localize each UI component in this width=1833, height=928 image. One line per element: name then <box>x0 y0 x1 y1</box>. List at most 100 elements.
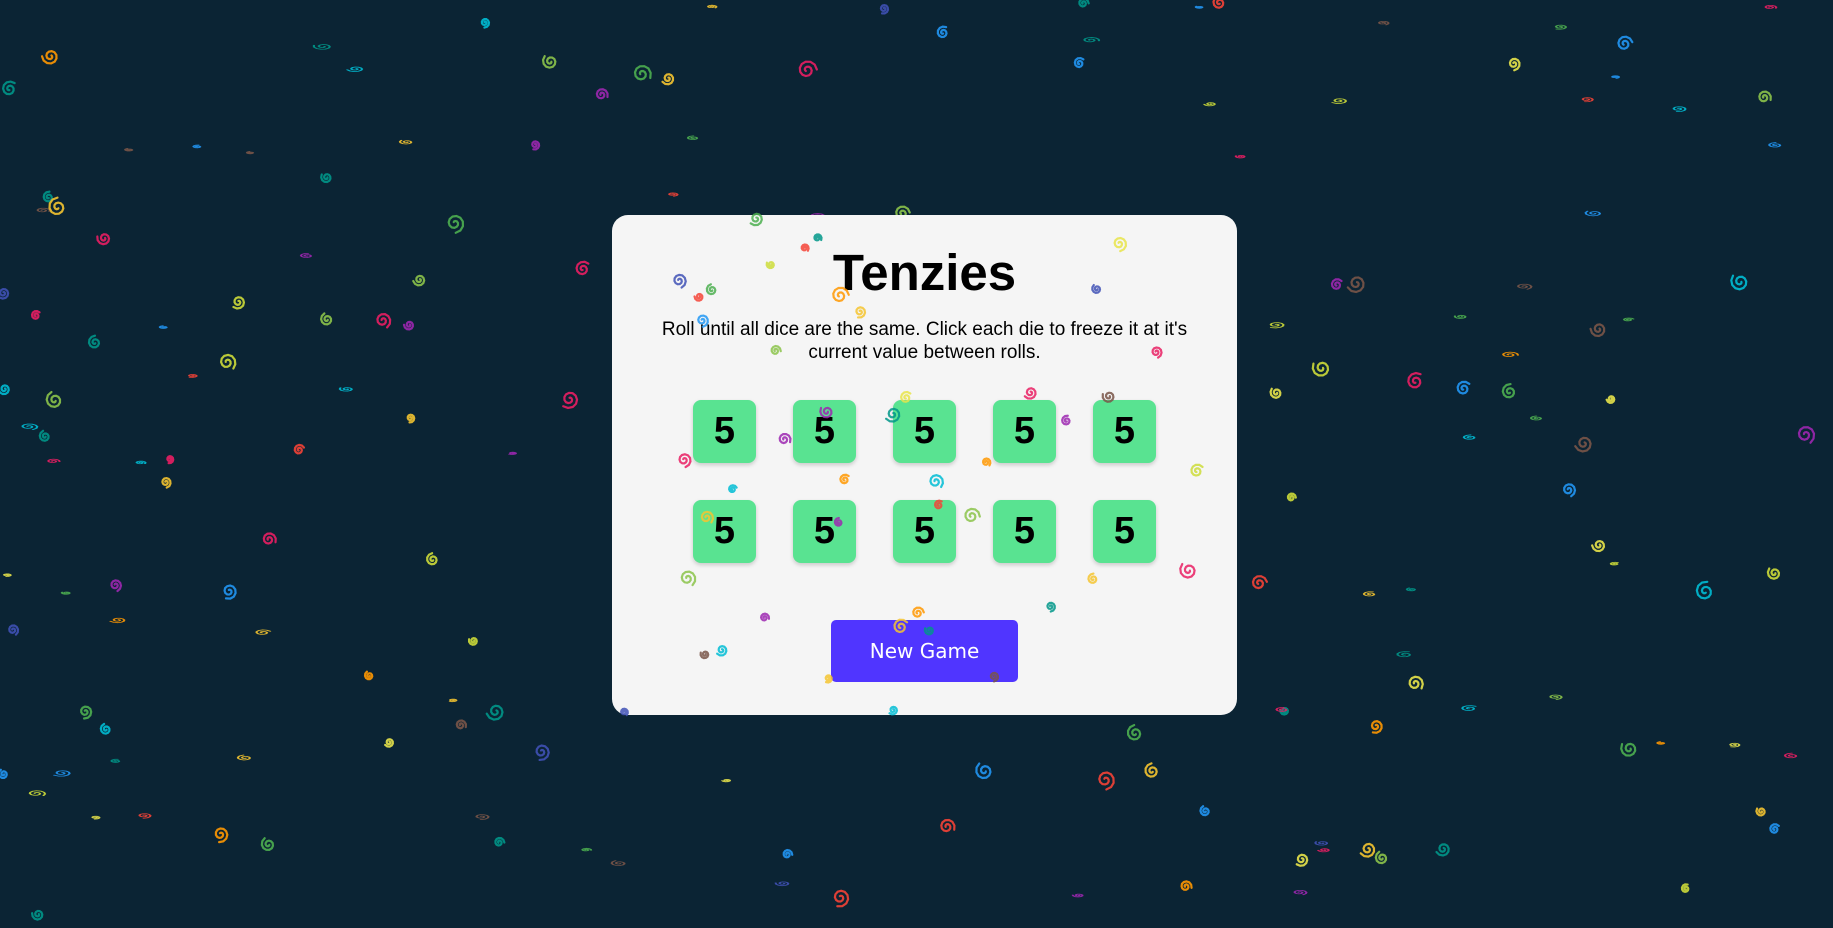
confetti-piece <box>8 624 20 636</box>
instructions-text: Roll until all dice are the same. Click … <box>661 319 1188 363</box>
confetti-piece <box>1098 771 1115 791</box>
confetti-piece <box>1768 142 1782 148</box>
confetti-piece <box>940 818 956 833</box>
confetti-piece <box>535 744 550 762</box>
confetti-piece <box>30 909 44 921</box>
confetti-piece <box>30 309 41 320</box>
die-7[interactable]: 5 <box>793 500 856 563</box>
confetti-piece <box>1574 436 1592 453</box>
confetti-piece <box>158 325 168 329</box>
confetti-piece <box>1656 741 1666 745</box>
confetti-piece <box>782 848 794 859</box>
die-10[interactable]: 5 <box>1093 500 1156 563</box>
die-6[interactable]: 5 <box>693 500 756 563</box>
confetti-piece <box>633 65 652 81</box>
confetti-piece <box>236 754 252 761</box>
confetti-piece <box>1071 893 1084 898</box>
confetti-piece <box>1508 57 1521 72</box>
confetti-piece <box>1212 0 1225 9</box>
confetti-piece <box>99 722 111 735</box>
confetti-piece <box>384 738 394 748</box>
confetti-piece <box>1581 97 1594 103</box>
confetti-piece <box>166 454 175 465</box>
new-game-button[interactable]: New Game <box>831 620 1018 682</box>
confetti-piece <box>494 836 506 847</box>
confetti-piece <box>1530 415 1543 421</box>
confetti-piece <box>262 532 277 545</box>
confetti-piece <box>398 139 413 145</box>
confetti-piece <box>1729 742 1741 748</box>
confetti-piece <box>1462 434 1476 440</box>
confetti-piece <box>1126 723 1142 741</box>
confetti-piece <box>1 80 16 96</box>
confetti-piece <box>187 374 198 378</box>
die-4[interactable]: 5 <box>993 400 1056 463</box>
confetti-piece <box>1275 706 1288 712</box>
confetti-piece <box>42 190 53 203</box>
confetti-piece <box>214 827 229 844</box>
confetti-piece <box>448 698 458 703</box>
confetti-piece <box>1769 823 1780 834</box>
dice-grid: 5 5 5 5 5 5 5 5 5 5 <box>693 400 1156 563</box>
confetti-piece <box>1591 539 1606 553</box>
die-1[interactable]: 5 <box>693 400 756 463</box>
confetti-piece <box>562 391 579 410</box>
confetti-piece <box>707 4 718 9</box>
confetti-piece <box>40 49 58 65</box>
confetti-piece <box>1396 651 1412 658</box>
confetti-piece <box>467 637 478 646</box>
confetti-piece <box>1563 483 1577 498</box>
confetti-piece <box>28 790 47 797</box>
confetti-piece <box>1797 426 1816 444</box>
confetti-piece <box>1680 883 1690 893</box>
confetti-piece <box>1461 705 1477 711</box>
confetti-piece <box>1279 707 1290 716</box>
confetti-piece <box>47 458 61 463</box>
confetti-piece <box>2 573 12 577</box>
confetti-piece <box>406 413 416 424</box>
confetti-piece <box>1502 351 1520 357</box>
confetti-piece <box>833 889 850 908</box>
confetti-piece <box>135 460 147 465</box>
confetti-piece <box>720 779 732 783</box>
confetti-piece <box>1755 807 1766 817</box>
confetti-piece <box>485 704 504 721</box>
confetti-piece <box>412 274 426 287</box>
confetti-piece <box>80 705 93 720</box>
confetti-piece <box>0 384 10 396</box>
confetti-piece <box>1672 106 1687 113</box>
confetti-piece <box>975 762 992 780</box>
confetti-piece <box>936 25 948 39</box>
die-3[interactable]: 5 <box>893 400 956 463</box>
confetti-piece <box>879 4 890 15</box>
confetti-piece <box>1203 102 1216 107</box>
confetti-piece <box>1311 361 1330 377</box>
confetti-piece <box>1554 24 1567 30</box>
confetti-piece <box>0 287 10 300</box>
confetti-piece <box>575 260 590 276</box>
die-8[interactable]: 5 <box>893 500 956 563</box>
confetti-piece <box>1407 371 1422 389</box>
confetti-piece <box>138 813 152 819</box>
confetti-piece <box>1695 580 1712 600</box>
confetti-piece <box>1730 274 1748 291</box>
confetti-piece <box>48 196 65 216</box>
confetti-piece <box>293 443 306 455</box>
confetti-piece <box>320 173 332 184</box>
die-2[interactable]: 5 <box>793 400 856 463</box>
confetti-piece <box>1377 20 1390 26</box>
confetti-piece <box>87 334 101 349</box>
confetti-piece <box>1517 283 1533 290</box>
confetti-piece <box>1456 380 1471 395</box>
confetti-piece <box>686 135 699 140</box>
confetti-piece <box>1314 841 1329 846</box>
confetti-piece <box>338 387 353 392</box>
confetti-piece <box>1362 591 1376 597</box>
die-9[interactable]: 5 <box>993 500 1056 563</box>
confetti-piece <box>531 140 541 151</box>
confetti-piece <box>1374 850 1388 865</box>
confetti-piece <box>319 312 333 326</box>
die-5[interactable]: 5 <box>1093 400 1156 463</box>
confetti-piece <box>376 313 392 329</box>
confetti-piece <box>1073 56 1085 69</box>
